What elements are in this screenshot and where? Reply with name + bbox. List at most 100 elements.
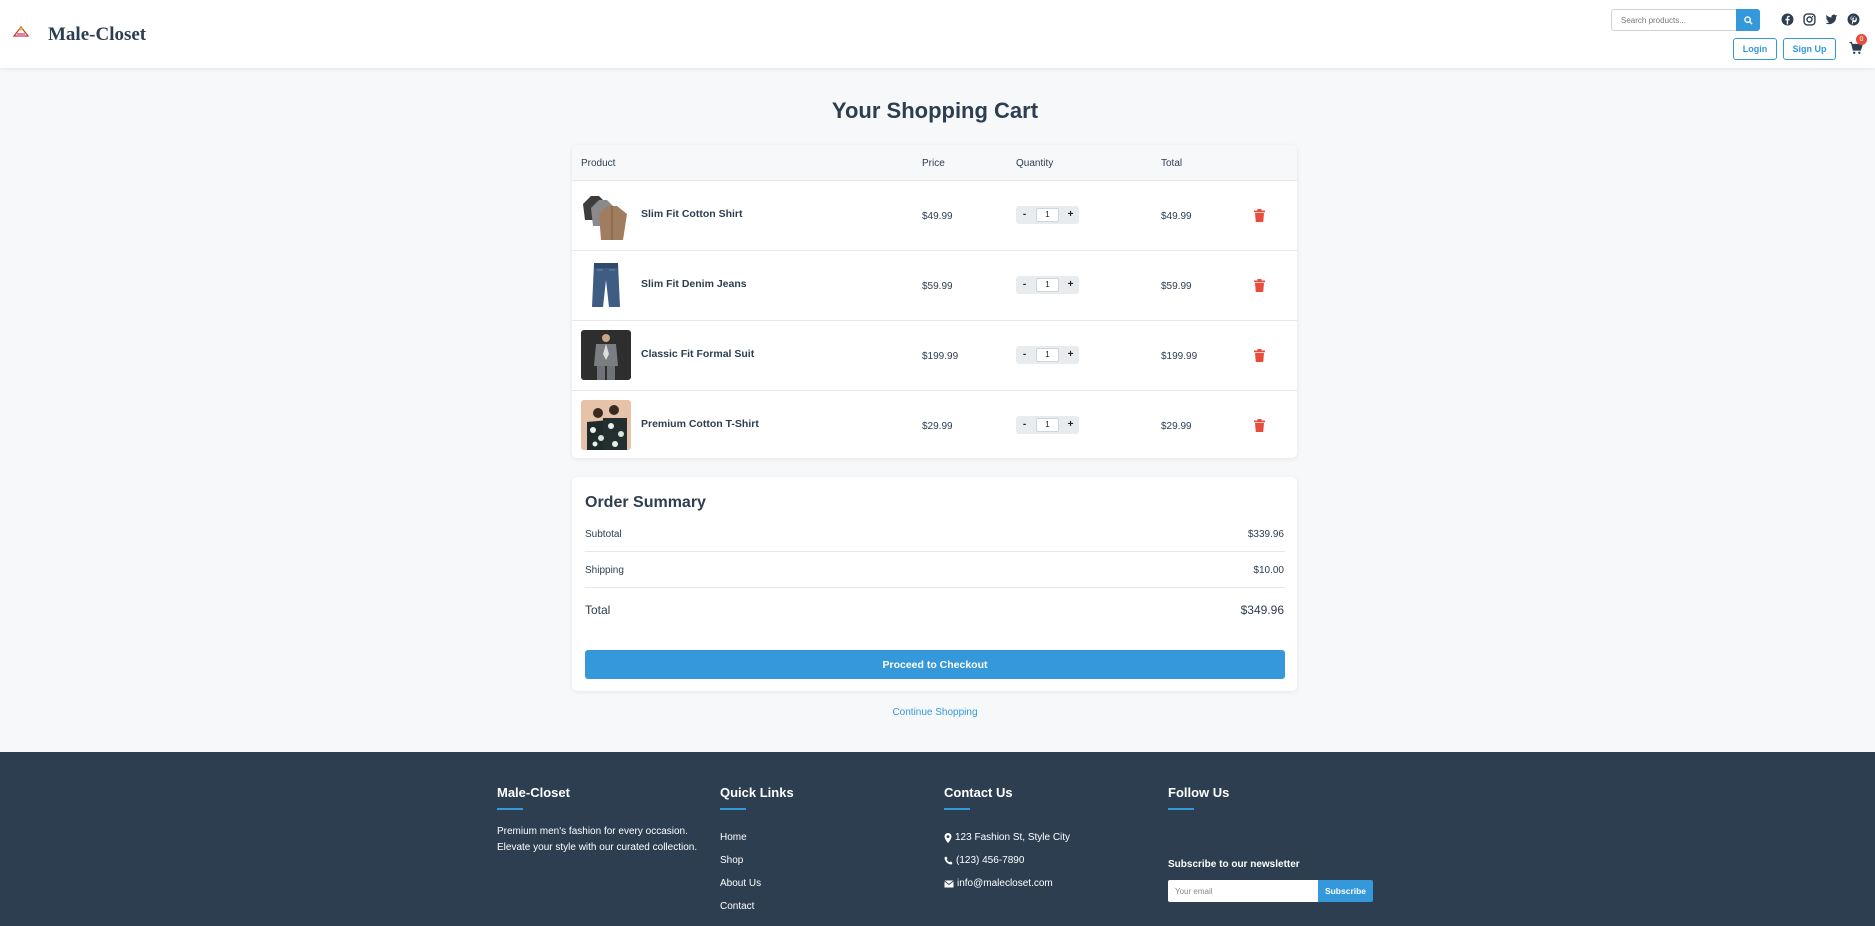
contact-phone: (123) 456-7890: [944, 855, 1024, 866]
quantity-stepper: - 1 +: [1016, 346, 1079, 364]
heading-underline: [1168, 808, 1194, 810]
subscribe-button[interactable]: Subscribe: [1318, 880, 1373, 902]
order-summary: Order Summary Subtotal $339.96 Shipping …: [572, 477, 1297, 691]
product-name[interactable]: Premium Cotton T-Shirt: [641, 418, 759, 430]
product-price: $49.99: [922, 211, 953, 222]
contact-title: Contact Us: [944, 785, 1013, 800]
cart-row: Premium Cotton T-Shirt $29.99 - 1 + $29.…: [572, 391, 1297, 458]
search-button[interactable]: [1736, 9, 1760, 31]
footer-link-home[interactable]: Home: [720, 832, 747, 843]
proceed-to-checkout-button[interactable]: Proceed to Checkout: [585, 650, 1285, 679]
increase-quantity-button[interactable]: +: [1062, 346, 1079, 364]
site-footer: Male-Closet Premium men's fashion for ev…: [0, 752, 1875, 926]
search-icon: [1743, 15, 1753, 25]
quick-links-title: Quick Links: [720, 785, 794, 800]
footer-link-about[interactable]: About Us: [720, 878, 761, 889]
quantity-input[interactable]: 1: [1036, 418, 1059, 432]
contact-email-text[interactable]: info@malecloset.com: [957, 878, 1053, 889]
login-button[interactable]: Login: [1733, 38, 1777, 60]
signup-button[interactable]: Sign Up: [1783, 38, 1836, 60]
page-title: Your Shopping Cart: [831, 98, 1039, 123]
product-price: $29.99: [922, 421, 953, 432]
product-image[interactable]: [581, 260, 631, 310]
product-name[interactable]: Slim Fit Cotton Shirt: [641, 208, 743, 220]
order-summary-title: Order Summary: [585, 494, 706, 511]
heading-underline: [720, 808, 746, 810]
logo-icon[interactable]: [12, 24, 30, 40]
footer-follow: Follow Us: [1168, 785, 1229, 810]
trash-icon[interactable]: [1254, 349, 1265, 362]
total-label: Total: [585, 603, 611, 617]
column-header-total: Total: [1161, 158, 1183, 169]
shipping-value: $10.00: [1253, 565, 1284, 576]
trash-icon[interactable]: [1254, 209, 1265, 222]
contact-address-text: 123 Fashion St, Style City: [955, 832, 1071, 843]
footer-brand: Male-Closet: [497, 785, 570, 800]
increase-quantity-button[interactable]: +: [1062, 206, 1079, 224]
subtotal-label: Subtotal: [585, 529, 622, 540]
footer-link-shop[interactable]: Shop: [720, 855, 743, 866]
continue-shopping-link: Continue Shopping: [0, 707, 1870, 718]
product-name[interactable]: Classic Fit Formal Suit: [641, 348, 754, 360]
site-header: Male-Closet Login Sign Up 0: [0, 0, 1875, 68]
cart-row: Slim Fit Cotton Shirt $49.99 - 1 + $49.9…: [572, 181, 1297, 251]
newsletter-form: Subscribe: [1168, 880, 1373, 902]
contact-address: 123 Fashion St, Style City: [944, 832, 1070, 843]
footer-quick-links: Quick Links: [720, 785, 794, 810]
decrease-quantity-button[interactable]: -: [1016, 416, 1033, 434]
product-image[interactable]: [581, 330, 631, 380]
footer-about: Male-Closet Premium men's fashion for ev…: [497, 785, 697, 856]
product-image[interactable]: [581, 190, 631, 240]
subtotal-value: $339.96: [1247, 529, 1284, 540]
footer-about-text-1: Premium men's fashion for every occasion…: [497, 826, 688, 837]
divider: [585, 551, 1285, 552]
quantity-stepper: - 1 +: [1016, 206, 1079, 224]
decrease-quantity-button[interactable]: -: [1016, 346, 1033, 364]
heading-underline: [944, 808, 970, 810]
cart-row: Classic Fit Formal Suit $199.99 - 1 + $1…: [572, 321, 1297, 391]
pinterest-icon[interactable]: [1847, 13, 1860, 26]
footer-link-contact[interactable]: Contact: [720, 901, 754, 912]
follow-title: Follow Us: [1168, 785, 1230, 800]
product-price: $59.99: [922, 281, 953, 292]
newsletter-title: Subscribe to our newsletter: [1168, 859, 1300, 870]
instagram-icon[interactable]: [1803, 13, 1816, 26]
cart-table-header: Product Price Quantity Total: [572, 145, 1297, 181]
cart-count-badge: 0: [1856, 34, 1867, 45]
contact-phone-text: (123) 456-7890: [956, 855, 1025, 866]
phone-icon: [944, 856, 953, 865]
line-total: $199.99: [1161, 351, 1198, 362]
trash-icon[interactable]: [1254, 279, 1265, 292]
cart-row: Slim Fit Denim Jeans $59.99 - 1 + $59.99: [572, 251, 1297, 321]
heading-underline: [497, 808, 523, 810]
quantity-input[interactable]: 1: [1036, 278, 1059, 292]
brand-name[interactable]: Male-Closet: [48, 24, 146, 46]
shipping-label: Shipping: [585, 565, 624, 576]
quantity-input[interactable]: 1: [1036, 208, 1059, 222]
footer-contact: Contact Us: [944, 785, 1013, 810]
envelope-icon: [944, 879, 954, 887]
line-total: $29.99: [1161, 421, 1192, 432]
decrease-quantity-button[interactable]: -: [1016, 206, 1033, 224]
product-price: $199.99: [922, 351, 959, 362]
line-total: $49.99: [1161, 211, 1192, 222]
facebook-icon[interactable]: [1781, 13, 1794, 26]
quantity-stepper: - 1 +: [1016, 416, 1079, 434]
increase-quantity-button[interactable]: +: [1062, 276, 1079, 294]
product-name[interactable]: Slim Fit Denim Jeans: [641, 278, 747, 290]
trash-icon[interactable]: [1254, 419, 1265, 432]
quantity-input[interactable]: 1: [1036, 348, 1059, 362]
newsletter-email-input[interactable]: [1168, 880, 1318, 902]
increase-quantity-button[interactable]: +: [1062, 416, 1079, 434]
divider: [585, 587, 1285, 588]
decrease-quantity-button[interactable]: -: [1016, 276, 1033, 294]
column-header-quantity: Quantity: [1016, 158, 1054, 169]
continue-shopping-link-text[interactable]: Continue Shopping: [892, 707, 977, 718]
twitter-icon[interactable]: [1825, 13, 1838, 26]
search-input[interactable]: [1611, 9, 1736, 31]
contact-email: info@malecloset.com: [944, 878, 1053, 889]
quantity-stepper: - 1 +: [1016, 276, 1079, 294]
line-total: $59.99: [1161, 281, 1192, 292]
product-image[interactable]: [581, 400, 631, 450]
cart-table: Product Price Quantity Total Slim Fit Co…: [572, 145, 1297, 458]
